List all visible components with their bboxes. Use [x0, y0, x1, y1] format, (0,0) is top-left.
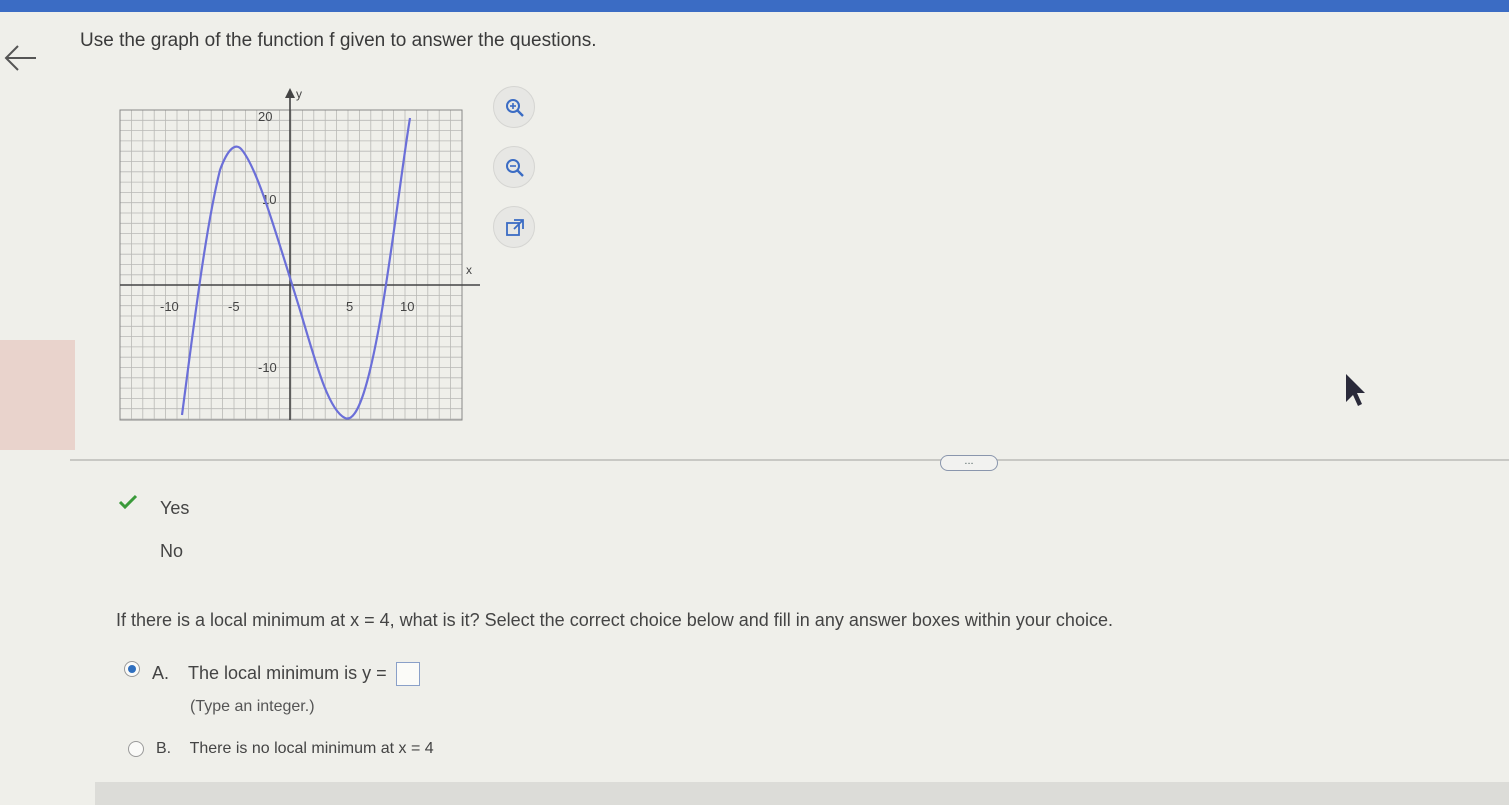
option-yes[interactable]: Yes	[160, 498, 189, 519]
y-axis-arrow	[285, 88, 295, 98]
zoom-in-button[interactable]	[493, 86, 535, 128]
option-no[interactable]: No	[160, 541, 183, 562]
graph-grid	[119, 109, 463, 421]
external-link-icon	[506, 219, 524, 236]
tick-label-x-10: 10	[400, 299, 414, 314]
question-text: If there is a local minimum at x = 4, wh…	[116, 610, 1113, 630]
radio-choice-a[interactable]	[124, 661, 140, 677]
choice-b-letter: B.	[156, 740, 172, 757]
tick-label-x-neg5: -5	[228, 299, 240, 314]
tick-label-x-5: 5	[346, 299, 353, 314]
choice-b-text: There is no local minimum at x = 4	[189, 740, 434, 757]
zoom-out-icon	[506, 159, 524, 177]
top-bar	[0, 0, 1509, 12]
back-arrow-icon[interactable]	[0, 38, 40, 78]
function-graph: y x 20 10 -10 -10 -5 5 10	[119, 87, 480, 421]
bottom-bar	[95, 782, 1509, 805]
zoom-out-button[interactable]	[493, 146, 535, 188]
choice-b[interactable]: B. There is no local minimum at x = 4	[156, 740, 434, 758]
radio-choice-b[interactable]	[128, 741, 144, 757]
checkmark-icon	[118, 494, 138, 510]
y-axis-label: y	[296, 87, 302, 101]
tick-label-y-neg10: -10	[258, 360, 277, 375]
choice-a-text: The local minimum is y =	[188, 662, 387, 683]
tick-label-y-20: 20	[258, 109, 272, 124]
more-button[interactable]: ...	[940, 455, 998, 471]
choice-a[interactable]: A. The local minimum is y =	[152, 662, 420, 686]
zoom-in-icon	[506, 99, 524, 117]
mouse-cursor-icon	[1346, 374, 1365, 406]
tick-label-x-neg10: -10	[160, 299, 179, 314]
function-curve	[180, 117, 412, 420]
page-title: Use the graph of the function f given to…	[80, 30, 597, 51]
section-divider	[70, 459, 1509, 461]
answer-box[interactable]	[395, 662, 420, 686]
side-panel	[0, 340, 75, 450]
choice-a-letter: A.	[152, 662, 170, 683]
x-axis-label: x	[466, 263, 472, 277]
popout-button[interactable]	[493, 206, 535, 248]
choice-a-hint: (Type an integer.)	[190, 698, 315, 715]
